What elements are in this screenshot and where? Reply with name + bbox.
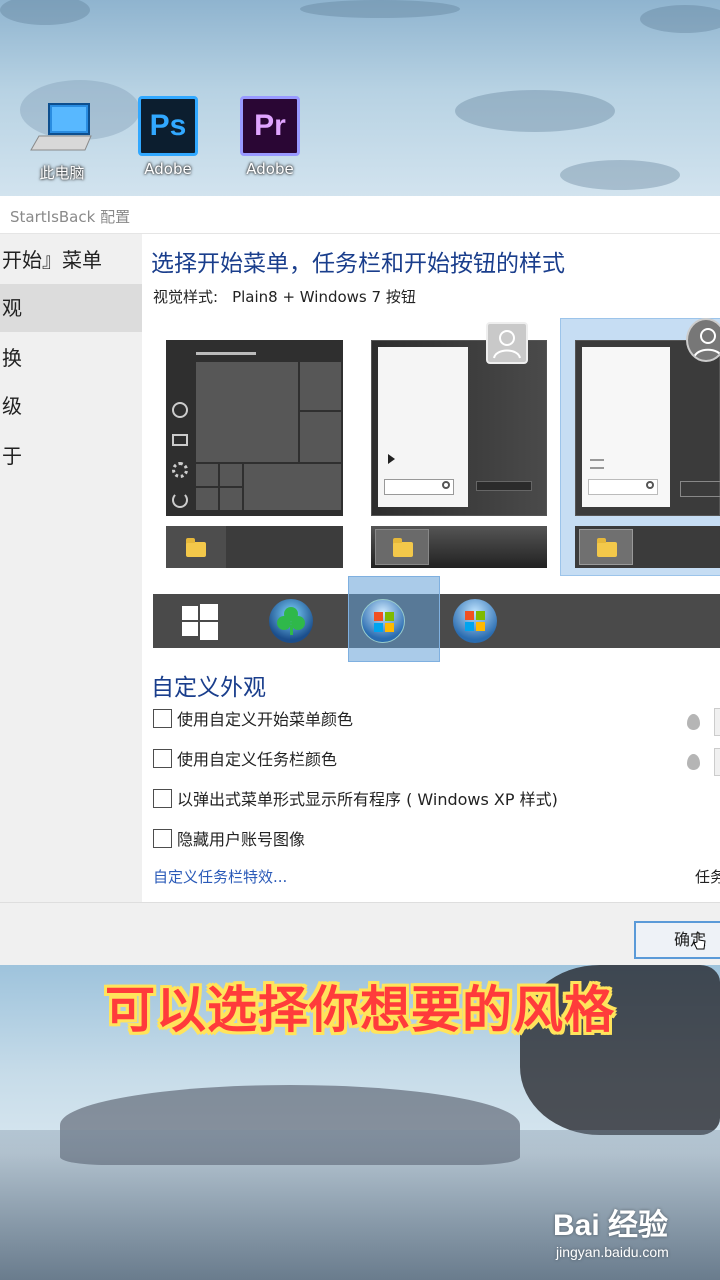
gear-icon — [172, 462, 188, 478]
title-bar[interactable]: StartIsBack 配置 — [0, 196, 720, 234]
visual-style-value: Plain8 + Windows 7 按钮 — [232, 288, 416, 306]
checkbox[interactable] — [153, 708, 172, 728]
desktop-icon-label: Adobe — [144, 160, 192, 178]
search-icon — [646, 481, 654, 489]
sidebar-item-switching[interactable]: 换 — [0, 334, 142, 382]
main-panel: 选择开始菜单，任务栏和开始按钮的样式 视觉样式: Plain8 + Windows… — [142, 234, 720, 902]
windows7-orb-icon[interactable] — [361, 599, 405, 643]
style-preview-win7[interactable] — [371, 340, 547, 516]
desktop-icon-premiere[interactable]: Pr Adobe — [220, 96, 320, 178]
sidebar: 开始』菜单 观 换 级 于 — [0, 234, 142, 902]
sidebar-item-start-menu[interactable]: 开始』菜单 — [0, 236, 142, 284]
option-label: 使用自定义开始菜单颜色 — [177, 710, 354, 729]
window-title: StartIsBack 配置 — [10, 208, 131, 226]
taskbar-cut-label: 任务 — [695, 868, 720, 886]
avatar — [486, 322, 528, 364]
option-label: 隐藏用户账号图像 — [177, 830, 306, 849]
desktop-icon-photoshop[interactable]: Ps Adobe — [118, 96, 218, 178]
search-icon — [442, 481, 450, 489]
folder-icon — [172, 434, 188, 446]
style-preview-win10-taskbar — [166, 526, 343, 568]
visual-style-label: 视觉样式: — [153, 288, 219, 306]
color-drop-icon[interactable] — [687, 714, 700, 730]
baidu-watermark: Bai 经验 — [553, 1209, 669, 1242]
option-popup-all-programs[interactable]: 以弹出式菜单形式显示所有程序 ( Windows XP 样式) — [153, 786, 558, 810]
custom-taskbar-effects-link[interactable]: 自定义任务栏特效... — [153, 866, 287, 887]
style-preview-win10[interactable] — [166, 340, 343, 516]
folder-icon — [186, 538, 206, 557]
option-custom-taskbar-color[interactable]: 使用自定义任务栏颜色 — [153, 746, 337, 770]
sidebar-item-advanced[interactable]: 级 — [0, 382, 142, 430]
user-icon — [172, 402, 188, 418]
caption: 可以选择你想要的风格 — [105, 981, 615, 1039]
checkbox[interactable] — [153, 748, 172, 768]
color-picker-button[interactable] — [714, 748, 720, 776]
visual-style-line: 视觉样式: Plain8 + Windows 7 按钮 — [153, 286, 416, 307]
start-button-chooser — [153, 576, 720, 662]
windows-orb-icon[interactable] — [453, 599, 497, 643]
checkbox[interactable] — [153, 828, 172, 848]
desktop-icon-this-pc[interactable]: 此电脑 — [12, 96, 112, 183]
clover-orb-icon[interactable] — [269, 599, 313, 643]
color-drop-icon[interactable] — [687, 754, 700, 770]
sidebar-item-about[interactable]: 于 — [0, 432, 142, 480]
sidebar-item-appearance[interactable]: 观 — [0, 284, 142, 332]
avatar — [686, 318, 720, 362]
style-preview-win7-taskbar — [371, 526, 547, 568]
computer-icon — [27, 96, 97, 158]
style-preview-plain8[interactable] — [575, 340, 720, 516]
option-label: 使用自定义任务栏颜色 — [177, 750, 338, 769]
arrow-icon — [388, 454, 395, 464]
style-preview-plain8-taskbar — [575, 526, 720, 568]
power-icon — [172, 492, 188, 508]
desktop-icon-label: Adobe — [246, 160, 294, 178]
page-title: 选择开始菜单，任务栏和开始按钮的样式 — [151, 251, 565, 277]
folder-icon — [393, 538, 413, 557]
dialog-footer: 确定 — [0, 902, 720, 966]
option-custom-start-menu-color[interactable]: 使用自定义开始菜单颜色 — [153, 706, 353, 730]
desktop-icon-label: 此电脑 — [39, 164, 85, 182]
section-title-custom-appearance: 自定义外观 — [151, 675, 266, 701]
startisback-config-dialog: StartIsBack 配置 开始』菜单 观 换 级 于 选择开始菜单，任务栏和… — [0, 196, 720, 966]
option-hide-user-picture[interactable]: 隐藏用户账号图像 — [153, 826, 305, 850]
photoshop-icon: Ps — [138, 96, 198, 156]
color-picker-button[interactable] — [714, 708, 720, 736]
cursor-icon — [692, 931, 708, 955]
checkbox[interactable] — [153, 788, 172, 808]
list-icon — [590, 459, 604, 469]
folder-icon — [597, 538, 617, 557]
baidu-watermark-url: jingyan.baidu.com — [556, 1244, 669, 1260]
option-label: 以弹出式菜单形式显示所有程序 ( Windows XP 样式) — [177, 790, 558, 809]
windows-logo-icon[interactable] — [182, 604, 218, 644]
premiere-icon: Pr — [240, 96, 300, 156]
